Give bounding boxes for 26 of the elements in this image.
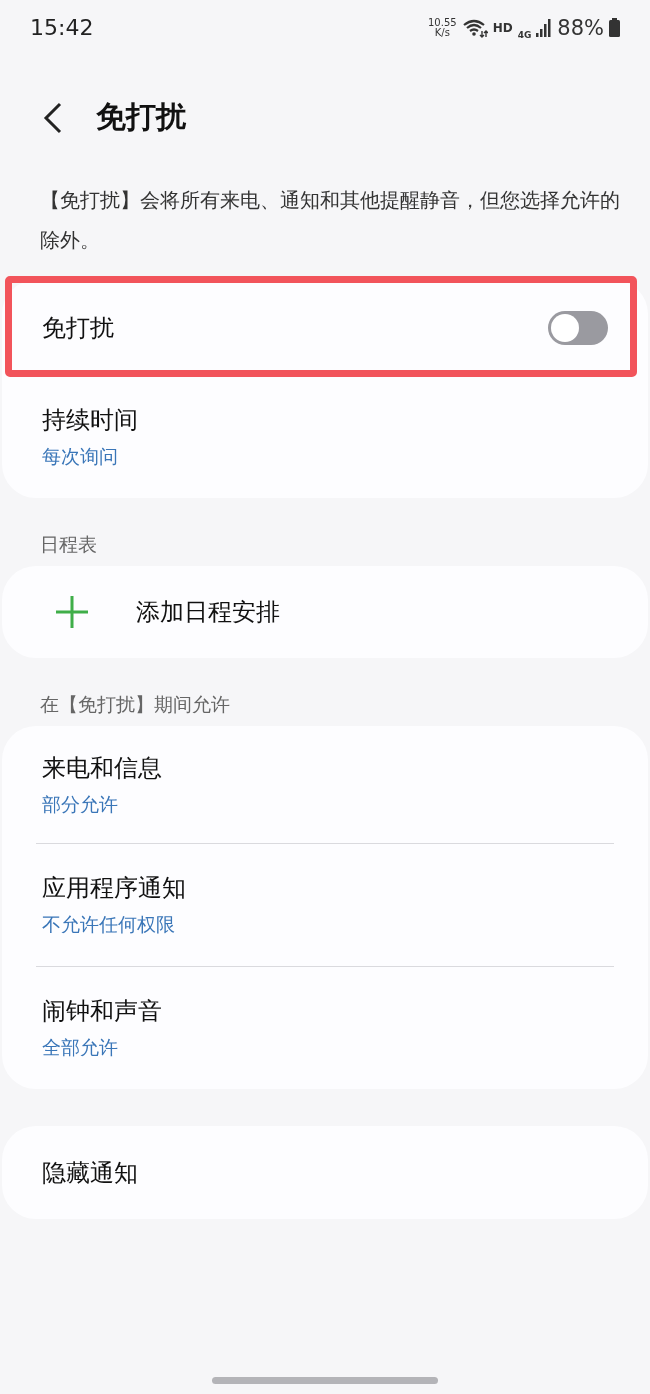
- network-speed: 10.55: [428, 17, 457, 28]
- setting-value: 全部允许: [42, 1035, 118, 1060]
- speed-unit: K/s: [434, 27, 450, 38]
- setting-label[interactable]: 隐藏通知: [42, 1156, 138, 1189]
- setting-label[interactable]: 应用程序通知: [42, 872, 186, 904]
- description-text: 【免打扰】会将所有来电、通知和其他提醒静音，但您选择允许的除外。: [40, 187, 620, 254]
- setting-label[interactable]: 添加日程安排: [136, 596, 280, 628]
- section-header: 日程表: [40, 532, 97, 557]
- signal-icon: [536, 18, 553, 37]
- plus-icon[interactable]: [54, 594, 90, 630]
- toggle-switch[interactable]: [548, 310, 608, 345]
- page-title: 免打扰: [96, 98, 186, 136]
- setting-label[interactable]: 闹钟和声音: [42, 995, 162, 1027]
- hd-label: HD: [492, 20, 513, 35]
- battery-percent: 88%: [557, 15, 604, 40]
- clock-time: 15:42: [30, 15, 94, 40]
- setting-label[interactable]: 来电和信息: [42, 751, 162, 784]
- battery-icon: [609, 18, 620, 37]
- setting-value: 不允许任何权限: [42, 912, 175, 937]
- section-header: 在【免打扰】期间允许: [40, 692, 230, 717]
- setting-value: 部分允许: [42, 791, 118, 817]
- setting-label[interactable]: 持续时间: [42, 404, 138, 436]
- setting-label: 免打扰: [42, 312, 114, 344]
- wifi-icon: [461, 17, 488, 38]
- setting-value: 每次询问: [42, 444, 118, 469]
- network-type: 4G: [517, 29, 532, 40]
